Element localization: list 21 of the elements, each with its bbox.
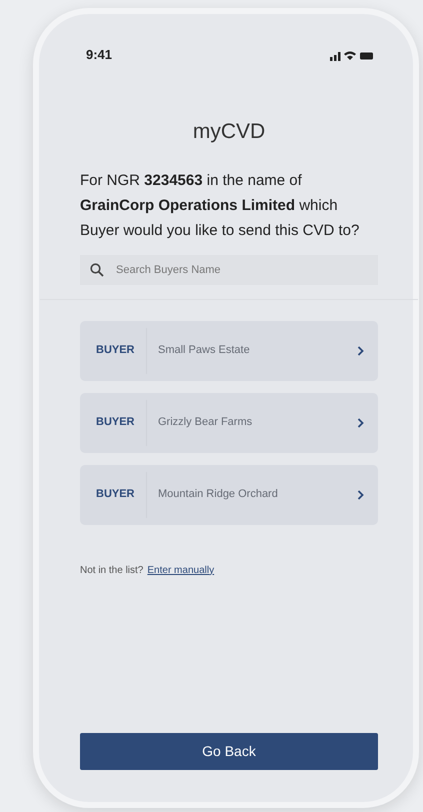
chevron-icon: [357, 346, 364, 356]
buyer-card[interactable]: BUYER Small Paws Estate: [80, 320, 378, 380]
search-icon: [90, 262, 104, 276]
status-icons: [330, 50, 374, 60]
buyer-name: Small Paws Estate: [158, 343, 251, 358]
search-field[interactable]: Search Buyers Name: [80, 254, 378, 284]
status-time: 9:41: [86, 46, 112, 64]
app-title: myCVD: [192, 119, 266, 145]
buyer-card[interactable]: BUYER Mountain Ridge Orchard: [80, 464, 378, 524]
buyer-label: BUYER: [96, 487, 136, 502]
manual-entry-text: Not in the list?: [80, 564, 144, 578]
buyer-card[interactable]: BUYER Grizzly Bear Farms: [80, 392, 378, 452]
go-back-button[interactable]: Go Back: [80, 733, 378, 770]
buyer-name: Grizzly Bear Farms: [158, 415, 254, 430]
buyer-label: BUYER: [96, 415, 136, 430]
chevron-icon: [357, 418, 364, 428]
prompt-text: For NGR 3234563 in the name of GrainCorp Operations Limited which Buyer would you like to send this CVD to?: [80, 170, 360, 240]
chevron-icon: [357, 490, 364, 500]
buyer-label: BUYER: [96, 343, 136, 358]
enter-manually-link[interactable]: Enter manually: [147, 562, 214, 578]
buyer-name: Mountain Ridge Orchard: [158, 487, 279, 502]
